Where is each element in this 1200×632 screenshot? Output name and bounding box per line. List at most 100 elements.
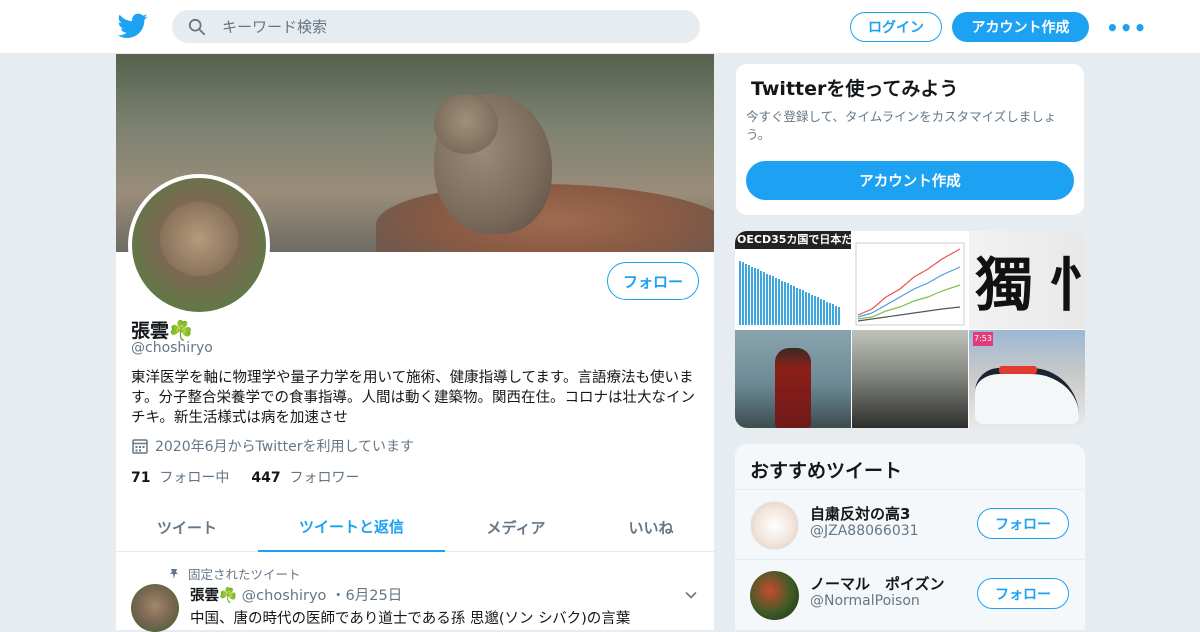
media-siren-light xyxy=(999,366,1037,374)
profile-bio: 東洋医学を軸に物理学や量子力学を用いて施術、健康指導してます。言語療法も使います… xyxy=(131,370,696,426)
media-chart-bar xyxy=(742,262,744,325)
following-label: フォロー中 xyxy=(159,470,230,486)
tab-tweets-and-replies[interactable]: ツイートと返信 xyxy=(258,502,445,552)
followers-count: 447 xyxy=(251,470,281,486)
media-chart-bar xyxy=(769,275,771,325)
following-count: 71 xyxy=(131,470,151,486)
profile-name: 張雲☘️ xyxy=(131,320,193,342)
more-icon[interactable]: ••• xyxy=(1106,16,1146,40)
media-chart-bar xyxy=(787,283,789,325)
media-grid: OECD35カ国で日本だ 獨 忄 7:53 xyxy=(735,231,1085,428)
follow-button[interactable]: フォロー xyxy=(607,262,699,300)
recommended-avatar[interactable] xyxy=(750,501,799,550)
signup-card-description: 今すぐ登録して、タイムラインをカスタマイズしましょう。 xyxy=(746,109,1057,142)
media-chart-bar xyxy=(817,297,819,325)
pinned-tweet[interactable]: 固定されたツイート 張雲☘️ @choshiryo ・6月25日 中国、唐の時代… xyxy=(116,554,714,632)
twitter-bird-icon[interactable] xyxy=(118,13,148,39)
media-chart-bar xyxy=(823,300,825,325)
tweet-avatar[interactable] xyxy=(131,584,179,632)
media-thumb-line-chart[interactable] xyxy=(852,231,968,329)
follow-stats: 71 フォロー中 447 フォロワー xyxy=(131,467,360,487)
media-chart-bar xyxy=(775,277,777,325)
media-chart-bar xyxy=(820,298,822,325)
media-chart-bar xyxy=(808,293,810,325)
media-thumb-chart[interactable]: OECD35カ国で日本だ xyxy=(735,231,851,329)
media-chart-bar xyxy=(805,291,807,325)
top-navigation-bar: ログイン アカウント作成 ••• xyxy=(0,0,1200,54)
signup-card-title: Twitterを使ってみよう xyxy=(751,78,959,100)
recommended-follow-button[interactable]: フォロー xyxy=(977,578,1069,609)
recommended-name[interactable]: 自粛反対の高3 xyxy=(810,503,910,524)
banner-pika-head xyxy=(434,94,498,154)
media-chart-bar xyxy=(811,294,813,325)
recommended-name[interactable]: ノーマル ポイズン xyxy=(810,573,945,594)
media-chart-bar xyxy=(778,279,780,325)
tweet-author[interactable]: 張雲☘️ xyxy=(190,588,237,604)
media-chart-bar xyxy=(772,276,774,325)
calligraphy-char-1: 獨 xyxy=(975,251,1034,319)
media-thumb-police-car[interactable]: 7:53 xyxy=(969,330,1085,428)
media-chart-bar xyxy=(790,284,792,325)
profile-handle: @choshiryo xyxy=(131,340,213,356)
tab-tweets[interactable]: ツイート xyxy=(131,502,243,552)
signup-card-button[interactable]: アカウント作成 xyxy=(746,161,1074,200)
chevron-down-icon[interactable] xyxy=(684,588,698,602)
tweet-text: 中国、唐の時代の医師であり道士である孫 思邈(ソン シバク)の言葉 xyxy=(190,611,631,627)
recommended-account[interactable]: 自粛反対の高3 @JZA88066031 フォロー xyxy=(735,489,1085,559)
pinned-label-row: 固定されたツイート xyxy=(168,564,301,583)
profile-avatar[interactable] xyxy=(128,174,270,316)
search-input[interactable] xyxy=(222,10,682,43)
recommended-handle[interactable]: @NormalPoison xyxy=(810,593,920,609)
signup-button[interactable]: アカウント作成 xyxy=(952,12,1089,42)
followers-stat[interactable]: 447 フォロワー xyxy=(251,467,359,487)
media-car xyxy=(975,368,1079,424)
media-chart-bar xyxy=(739,261,741,325)
media-chart-bar xyxy=(784,282,786,325)
search-box[interactable] xyxy=(172,10,700,43)
media-person-figure xyxy=(775,348,811,428)
profile-column: フォロー 張雲☘️ @choshiryo 東洋医学を軸に物理学や量子力学を用いて… xyxy=(116,54,714,632)
media-chart-bar xyxy=(829,303,831,325)
joined-date: 2020年6月からTwitterを利用しています xyxy=(131,436,414,456)
avatar-face xyxy=(160,202,238,276)
media-chart-bar xyxy=(802,290,804,325)
media-chart-caption: OECD35カ国で日本だ xyxy=(735,231,851,249)
media-chart-bar xyxy=(838,307,840,325)
calligraphy-char-2: 忄 xyxy=(1049,251,1085,319)
media-thumb-calligraphy[interactable]: 獨 忄 xyxy=(969,231,1085,329)
recommended-handle[interactable]: @JZA88066031 xyxy=(810,523,919,539)
media-time-tag: 7:53 xyxy=(973,332,993,346)
login-button[interactable]: ログイン xyxy=(850,12,942,42)
tweet-dot: ・ xyxy=(331,588,346,604)
media-chart-bar xyxy=(751,266,753,325)
media-chart-bar xyxy=(796,287,798,325)
recommended-title: おすすめツイート xyxy=(750,460,903,482)
calendar-icon xyxy=(132,439,148,454)
media-chart-bar xyxy=(748,265,750,325)
media-chart-bar xyxy=(745,263,747,325)
media-thumb-crowd[interactable] xyxy=(852,330,968,428)
media-chart-bar xyxy=(760,270,762,325)
tweet-handle[interactable]: @choshiryo xyxy=(242,588,327,604)
followers-label: フォロワー xyxy=(289,470,360,486)
tab-likes[interactable]: いいね xyxy=(596,502,706,552)
tweet-header: 張雲☘️ @choshiryo ・6月25日 xyxy=(190,584,402,605)
pinned-label: 固定されたツイート xyxy=(188,567,301,582)
recommended-avatar[interactable] xyxy=(750,571,799,620)
media-thumb-person[interactable] xyxy=(735,330,851,428)
media-chart-bar xyxy=(763,272,765,325)
media-chart-bar xyxy=(757,269,759,325)
pin-icon xyxy=(170,568,178,579)
recommended-account[interactable]: ノーマル ポイズン @NormalPoison フォロー xyxy=(735,559,1085,629)
media-chart-bar xyxy=(835,305,837,325)
search-icon xyxy=(188,18,206,36)
media-chart-bar xyxy=(793,286,795,325)
media-line-chart-graphic xyxy=(855,242,965,326)
tab-media[interactable]: メディア xyxy=(461,502,571,552)
following-stat[interactable]: 71 フォロー中 xyxy=(131,467,229,487)
recommended-follow-button[interactable]: フォロー xyxy=(977,508,1069,539)
media-chart-bar xyxy=(826,301,828,325)
tweet-date[interactable]: 6月25日 xyxy=(346,588,403,604)
media-chart-bar xyxy=(766,273,768,325)
media-chart-bar xyxy=(814,296,816,325)
